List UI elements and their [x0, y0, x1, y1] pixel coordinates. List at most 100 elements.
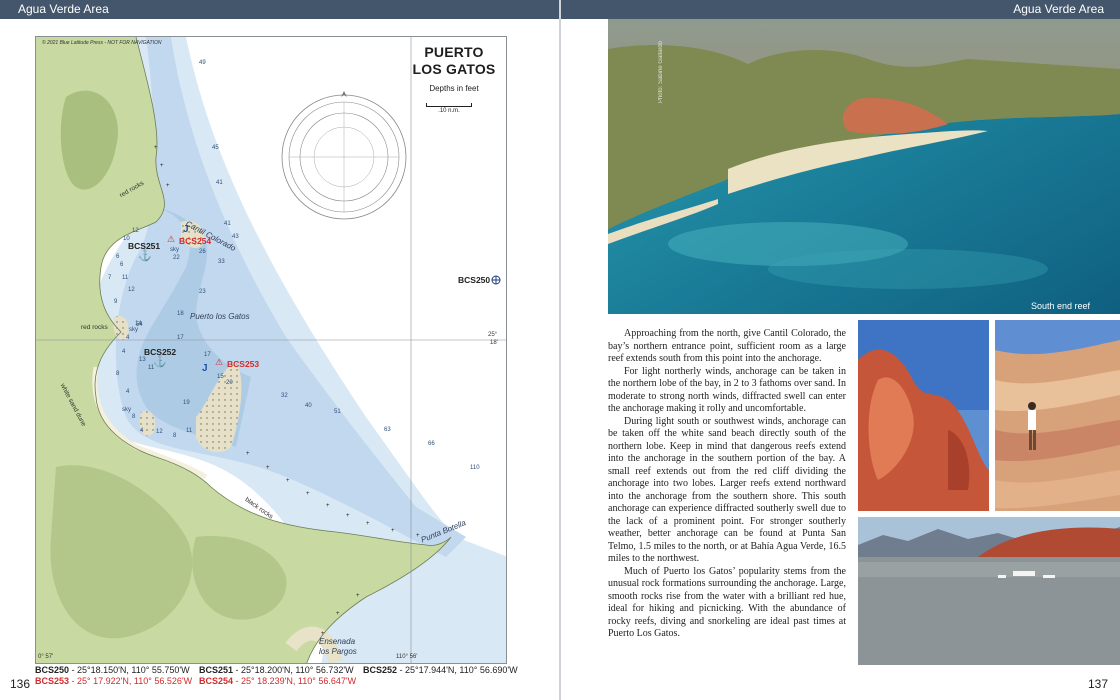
- sounding: 12: [128, 287, 135, 293]
- paragraph: For light northerly winds, anchorage can…: [608, 365, 846, 415]
- svg-text:+: +: [366, 521, 370, 527]
- place-puerto-los-gatos: Puerto los Gatos: [190, 312, 250, 321]
- right-running-header: Agua Verde Area: [561, 0, 1120, 19]
- page-number: 136: [10, 677, 31, 691]
- place-ensenada: Ensenada: [319, 637, 356, 646]
- label-red-rocks: red rocks: [81, 324, 108, 331]
- scale-bar-label: .10 n.m.: [438, 108, 460, 114]
- anchorage-boats-photo: [858, 517, 1120, 665]
- sounding: 41: [216, 180, 223, 186]
- waypoint-table: BCS250 - 25°18.150'N, 110° 55.750'W BCS2…: [35, 665, 555, 687]
- aerial-bay-photo: Photo: Sabine Gallardo: [608, 19, 1120, 314]
- svg-text:+: +: [266, 465, 270, 471]
- left-page: Agua Verde Area + + + + + + + + + + + + …: [0, 0, 559, 700]
- anchorage-boats-image: [858, 517, 1120, 665]
- place-los-pargos: los Pargos: [319, 647, 357, 656]
- chart-title-line1: PUERTO: [424, 44, 484, 60]
- sounding: 12: [156, 429, 163, 435]
- sounding: 18: [177, 311, 184, 317]
- anchor-icon: ⚓: [138, 250, 152, 262]
- chart-title: PUERTO LOS GATOS: [402, 44, 506, 78]
- anchor-icon: ⚓: [153, 356, 167, 368]
- waypoint-coords: - 25°17.944'N, 110° 56.690'W: [397, 665, 518, 675]
- sounding: 41: [224, 221, 231, 227]
- sounding: 8: [116, 371, 120, 377]
- sounding: 26: [199, 249, 206, 255]
- right-page: Agua Verde Area Photo: Sabine Gallardo S…: [561, 0, 1120, 700]
- waypoint-coords: - 25° 18.239'N, 110° 56.647'W: [233, 676, 357, 686]
- sounding: 7: [108, 275, 112, 281]
- latitude-minutes: 18': [490, 340, 498, 346]
- sounding: 32: [281, 393, 288, 399]
- label-sky: sky: [170, 247, 179, 253]
- aerial-bay-image: [608, 19, 1120, 314]
- sounding: 63: [384, 427, 391, 433]
- paragraph: Approaching from the north, give Cantil …: [608, 328, 846, 364]
- sounding: 49: [199, 60, 206, 66]
- nautical-chart: + + + + + + + + + + + + + + + © 2021 Blu…: [35, 36, 507, 664]
- svg-text:+: +: [306, 491, 310, 497]
- sounding: 11: [186, 428, 193, 434]
- sounding: 110: [470, 465, 480, 471]
- sounding: 4: [140, 428, 144, 434]
- sounding: 40: [305, 403, 312, 409]
- waypoint-id: BCS252: [363, 665, 398, 675]
- left-running-header: Agua Verde Area: [0, 0, 559, 19]
- paragraph: Much of Puerto los Gatos’ popularity ste…: [608, 565, 846, 640]
- hiker-rocks-photo: [995, 320, 1120, 511]
- sounding: 6: [120, 262, 124, 268]
- waypoint-id: BCS253: [35, 676, 70, 686]
- sounding: 45: [212, 145, 219, 151]
- sounding: 66: [428, 441, 435, 447]
- longitude-left: 0° 57': [38, 654, 54, 660]
- waypoint-id: BCS251: [199, 665, 234, 675]
- article-body: Approaching from the north, give Cantil …: [608, 328, 846, 641]
- scale-bar: .10 n.m.: [426, 103, 472, 114]
- label-sky: sky: [122, 407, 131, 413]
- red-rock-photo: [858, 320, 989, 511]
- hiker-rocks-image: [995, 320, 1120, 511]
- sounding: 51: [334, 409, 341, 415]
- sounding: 22: [173, 255, 180, 261]
- svg-text:+: +: [336, 611, 340, 617]
- svg-text:+: +: [160, 163, 164, 169]
- sounding: 17: [177, 335, 184, 341]
- waypoint-id: BCS250: [35, 665, 70, 675]
- sounding: 8: [132, 414, 136, 420]
- sounding: 20: [226, 380, 233, 386]
- photo-credit: Photo: Sabine Gallardo: [658, 41, 664, 104]
- sounding: 11: [122, 275, 129, 281]
- latitude-degrees: 25°: [488, 332, 498, 338]
- waypoint-coords: - 25°18.200'N, 110° 56.732'W: [233, 665, 354, 675]
- sounding: 4: [126, 389, 130, 395]
- sounding: 23: [199, 289, 206, 295]
- page-number: 137: [1087, 677, 1108, 691]
- paragraph: During light south or southwest winds, a…: [608, 415, 846, 565]
- svg-text:+: +: [246, 451, 250, 457]
- svg-text:+: +: [391, 528, 395, 534]
- chart-units: Depths in feet: [429, 84, 479, 93]
- hazard-triangle-icon: ⚠: [167, 234, 176, 244]
- sounding: 10: [123, 236, 130, 242]
- sounding: 6: [116, 254, 120, 260]
- sounding: 54: [136, 322, 143, 328]
- svg-text:+: +: [326, 503, 330, 509]
- waypoint-entry: BCS251 - 25°18.200'N, 110° 56.732'W: [199, 665, 363, 676]
- waypoint-bcs250: BCS250: [458, 275, 491, 285]
- sounding: 19: [183, 400, 190, 406]
- book-spread: Agua Verde Area + + + + + + + + + + + + …: [0, 0, 1120, 700]
- sounding: 11: [148, 365, 155, 371]
- svg-text:+: +: [154, 145, 158, 151]
- waypoint-entry: BCS252 - 25°17.944'N, 110° 56.690'W: [363, 665, 527, 676]
- sounding: 17: [204, 352, 211, 358]
- sounding: 4: [126, 335, 130, 341]
- sounding: 13: [139, 357, 146, 363]
- hazard-triangle-icon: ⚠: [215, 357, 224, 367]
- svg-text:+: +: [346, 513, 350, 519]
- waypoint-entry: BCS250 - 25°18.150'N, 110° 55.750'W: [35, 665, 199, 676]
- red-rock-image: [858, 320, 989, 511]
- sounding: 15: [217, 374, 224, 380]
- chart-title-line2: LOS GATOS: [412, 61, 496, 77]
- waypoint-id: BCS254: [199, 676, 234, 686]
- waypoint-bcs253: BCS253: [227, 359, 260, 369]
